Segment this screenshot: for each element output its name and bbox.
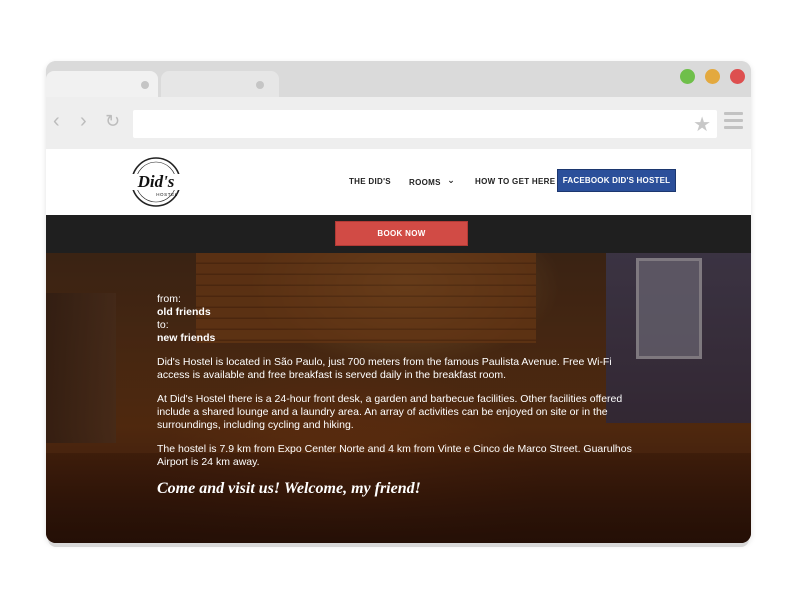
reload-icon[interactable]: ↻: [105, 111, 120, 131]
forward-icon[interactable]: ›: [80, 111, 87, 131]
hero-section: from: old friends to: new friends Did's …: [46, 253, 751, 543]
nav-item-how-to-get-here[interactable]: HOW TO GET HERE: [475, 177, 555, 186]
browser-menu-icon[interactable]: [724, 112, 743, 133]
maximize-button[interactable]: [680, 69, 695, 84]
bookmark-star-icon[interactable]: ★: [693, 112, 711, 137]
book-now-button[interactable]: BOOK NOW: [335, 221, 468, 246]
tab-close-icon[interactable]: [256, 81, 264, 89]
booking-bar: BOOK NOW: [46, 215, 751, 253]
chevron-down-icon: ⌄: [447, 175, 456, 185]
to-value: new friends: [157, 332, 216, 344]
tab-close-icon[interactable]: [141, 81, 149, 89]
to-label: to:: [157, 319, 169, 331]
from-value: old friends: [157, 306, 211, 318]
nav-item-the-dids[interactable]: THE DID'S: [349, 177, 391, 186]
facebook-button[interactable]: FACEBOOK DID'S HOSTEL: [557, 169, 676, 192]
tab-bar: [46, 61, 751, 97]
nav-item-rooms-label: ROOMS: [409, 178, 441, 187]
hero-content: from: old friends to: new friends Did's …: [157, 293, 647, 499]
welcome-heading: Come and visit us! Welcome, my friend!: [157, 480, 421, 497]
logo-subtext: HOSTEL: [156, 192, 178, 197]
website: Did's HOSTEL THE DID'S ROOMS ⌄ HOW TO GE…: [46, 149, 751, 543]
description-paragraph: At Did's Hostel there is a 24-hour front…: [157, 393, 623, 431]
address-bar[interactable]: ★: [133, 110, 717, 138]
from-label: from:: [157, 293, 181, 305]
nav-item-rooms[interactable]: ROOMS ⌄: [409, 175, 456, 188]
close-window-button[interactable]: [730, 69, 745, 84]
browser-tab[interactable]: [161, 71, 279, 97]
browser-window: ‹ › ↻ ★ Did's HOSTEL THE DID'S ROOMS ⌄ H…: [46, 61, 751, 543]
description-paragraph: The hostel is 7.9 km from Expo Center No…: [157, 443, 632, 468]
logo-text: Did's: [137, 172, 175, 191]
site-navbar: Did's HOSTEL THE DID'S ROOMS ⌄ HOW TO GE…: [46, 149, 751, 215]
browser-tab-active[interactable]: [46, 71, 158, 97]
description-paragraph: Did's Hostel is located in São Paulo, ju…: [157, 356, 612, 381]
browser-toolbar: ‹ › ↻ ★: [46, 97, 751, 149]
dids-hostel-logo[interactable]: Did's HOSTEL: [126, 155, 186, 209]
minimize-button[interactable]: [705, 69, 720, 84]
back-icon[interactable]: ‹: [53, 111, 60, 131]
